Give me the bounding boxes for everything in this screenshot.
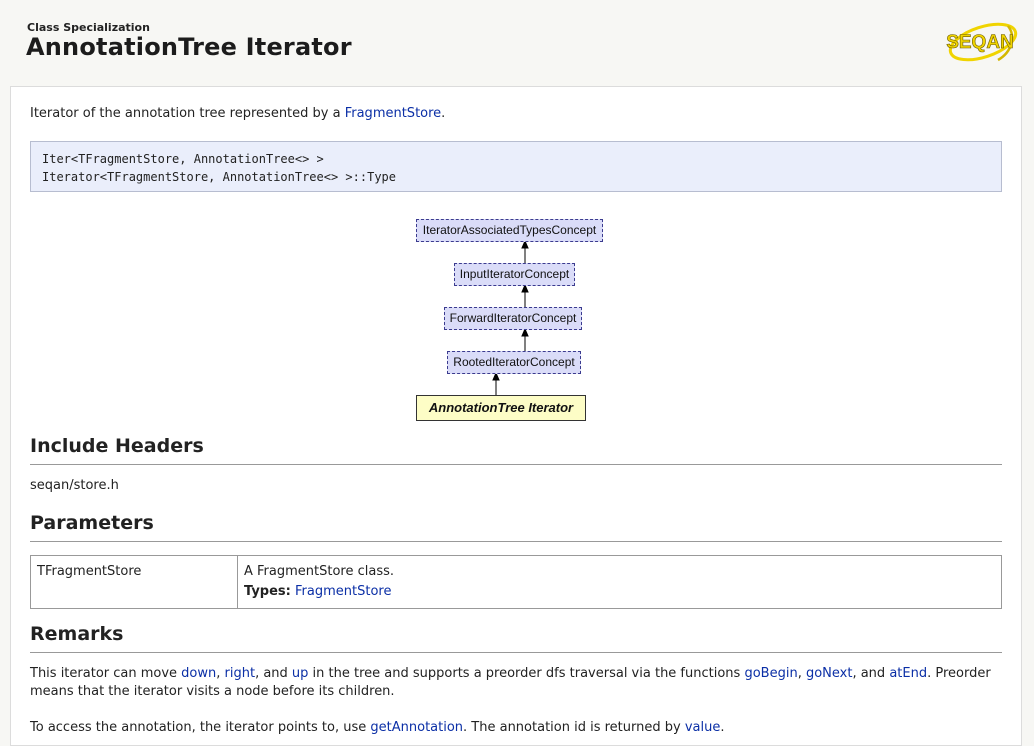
remarks-text: This iterator can move [30,666,182,681]
table-row: TFragmentStore A FragmentStore class. Ty… [30,555,1002,609]
value-link[interactable]: value [685,720,721,735]
param-desc-text: A FragmentStore class. [244,564,395,579]
diagram-node-current: AnnotationTree Iterator [416,395,586,421]
remarks-text: . [720,720,725,735]
gobegin-link[interactable]: goBegin [744,666,797,681]
parameters-table: TFragmentStore A FragmentStore class. Ty… [30,555,1002,609]
diagram-node-inputiteratorconcept[interactable]: InputIteratorConcept [454,263,575,286]
parameters-heading: Parameters [30,512,1002,542]
remarks-paragraph-1-line-1: This iterator can move down, right, and … [30,666,991,681]
getannotation-link[interactable]: getAnnotation [370,720,463,735]
seqan-logo[interactable]: SEQAN [938,18,1022,64]
param-types: Types: FragmentStore [244,582,995,602]
param-name: TFragmentStore [30,555,238,609]
remarks-text: , and [255,666,292,681]
inheritance-arrows [492,239,529,395]
param-types-link[interactable]: FragmentStore [295,584,391,599]
remarks-heading: Remarks [30,623,1002,653]
gonext-link[interactable]: goNext [806,666,853,681]
param-description: A FragmentStore class. Types: FragmentSt… [237,555,1002,609]
remarks-text: , [216,666,225,681]
page-header: Class Specialization AnnotationTree Iter… [0,0,1034,86]
main-content: Iterator of the annotation tree represen… [10,86,1022,746]
diagram-node-forwarditeratorconcept[interactable]: ForwardIteratorConcept [444,307,582,330]
down-link[interactable]: down [181,666,216,681]
include-headers-heading: Include Headers [30,435,1002,465]
right-link[interactable]: right [225,666,256,681]
page-title: AnnotationTree Iterator [26,33,352,61]
diagram-node-rootediteratorconcept[interactable]: RootedIteratorConcept [447,351,581,374]
param-types-label: Types: [244,584,291,599]
remarks-text: in the tree and supports a preorder dfs … [308,666,745,681]
up-link[interactable]: up [292,666,309,681]
atend-link[interactable]: atEnd [889,666,927,681]
remarks-text: To access the annotation, the iterator p… [30,720,371,735]
remarks-paragraph-2: To access the annotation, the iterator p… [30,720,724,735]
remarks-text: . The annotation id is returned by [463,720,685,735]
logo-text: SEQAN [946,32,1014,53]
include-header-file: seqan/store.h [30,478,119,493]
remarks-text: , [797,666,806,681]
remarks-text: , and [852,666,890,681]
diagram-node-iteratorassociatedtypesconcept[interactable]: IteratorAssociatedTypesConcept [416,219,603,242]
remarks-text: . Preorder [927,666,991,681]
remarks-paragraph-1-line-2: means that the iterator visits a node be… [30,684,395,699]
